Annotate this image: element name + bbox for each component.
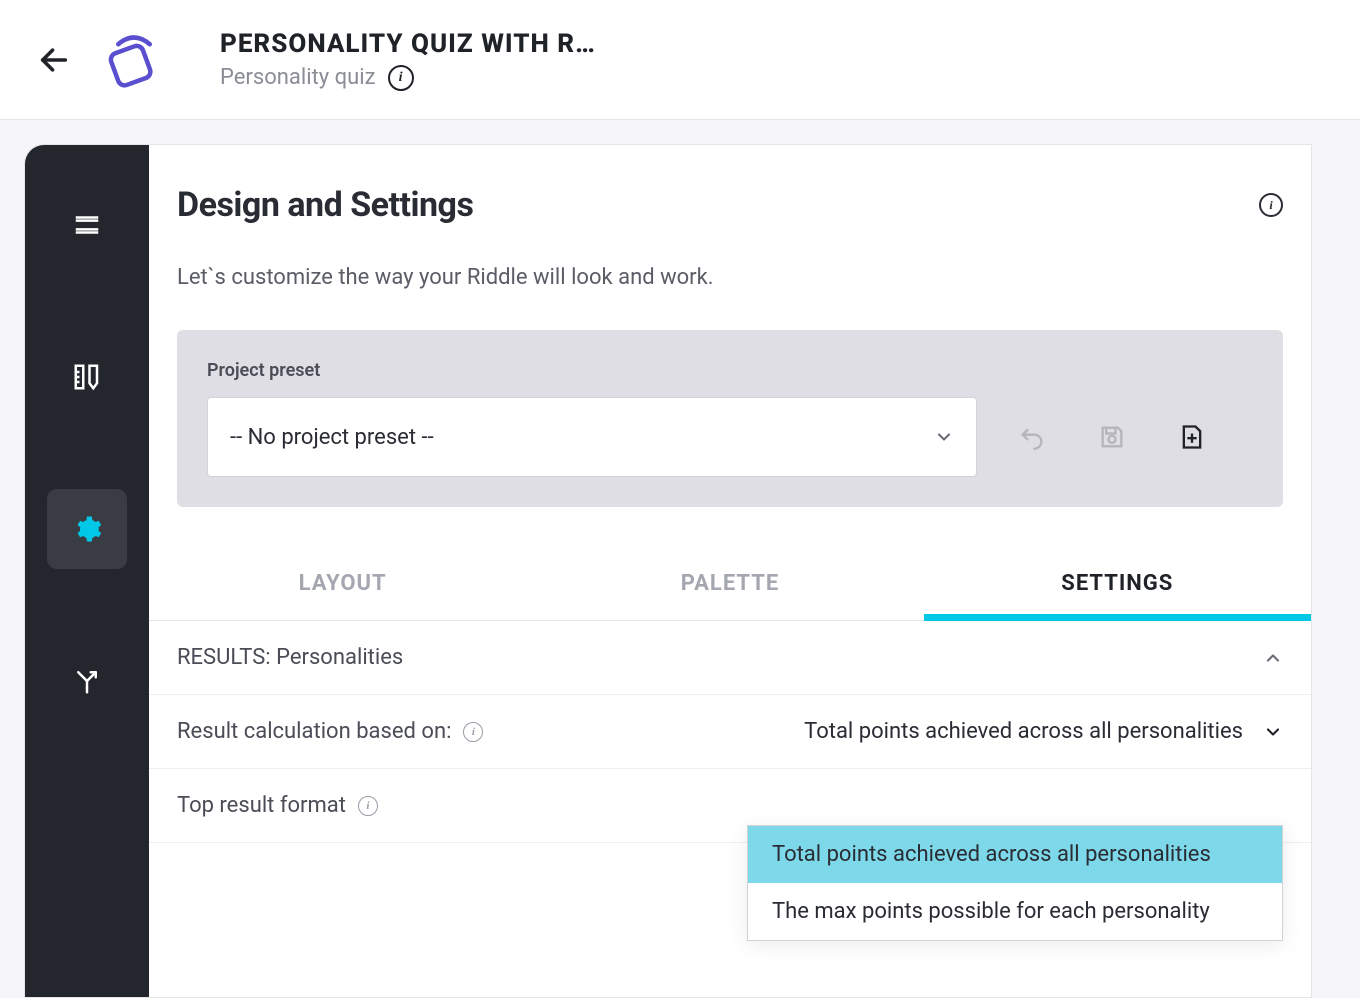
- app-shell: Design and Settings i Let`s customize th…: [24, 144, 1312, 998]
- add-file-icon: [1178, 423, 1206, 451]
- ruler-pencil-icon: [72, 362, 102, 392]
- dropdown-option-total[interactable]: Total points achieved across all persona…: [748, 826, 1282, 883]
- title-block: PERSONALITY QUIZ WITH R… Personality qui…: [220, 29, 596, 91]
- page-title: PERSONALITY QUIZ WITH R…: [220, 29, 596, 59]
- chevron-up-icon: [1263, 648, 1283, 668]
- app-logo: [98, 24, 170, 96]
- tab-layout[interactable]: LAYOUT: [149, 547, 536, 620]
- sidebar: [25, 145, 149, 997]
- sidebar-item-edit[interactable]: [47, 337, 127, 417]
- preset-selected-value: -- No project preset --: [230, 425, 434, 450]
- undo-icon: [1018, 423, 1046, 451]
- split-icon: [72, 666, 102, 696]
- dropdown-option-max[interactable]: The max points possible for each persona…: [748, 883, 1282, 940]
- section-title: Design and Settings: [177, 185, 473, 225]
- arrow-left-icon: [37, 43, 71, 77]
- preset-select[interactable]: -- No project preset --: [207, 397, 977, 477]
- format-label: Top result format: [177, 793, 346, 818]
- sidebar-item-content[interactable]: [47, 185, 127, 265]
- section-description: Let`s customize the way your Riddle will…: [177, 265, 1283, 290]
- preset-panel: Project preset -- No project preset --: [177, 330, 1283, 507]
- results-section-title: RESULTS: Personalities: [177, 645, 403, 670]
- save-button: [1097, 422, 1127, 452]
- calc-dropdown-menu: Total points achieved across all persona…: [747, 825, 1283, 941]
- back-button[interactable]: [30, 36, 78, 84]
- info-icon[interactable]: i: [388, 65, 414, 91]
- main-panel: Design and Settings i Let`s customize th…: [149, 145, 1311, 997]
- section-info-icon[interactable]: i: [1259, 193, 1283, 217]
- app-body: Design and Settings i Let`s customize th…: [0, 120, 1360, 998]
- top-header: PERSONALITY QUIZ WITH R… Personality qui…: [0, 0, 1360, 120]
- page-subtitle: Personality quiz: [220, 65, 376, 90]
- calc-label: Result calculation based on:: [177, 719, 451, 744]
- sidebar-item-settings[interactable]: [47, 489, 127, 569]
- results-section-header[interactable]: RESULTS: Personalities: [149, 621, 1311, 695]
- tab-palette[interactable]: PALETTE: [536, 547, 923, 620]
- tab-settings[interactable]: SETTINGS: [924, 547, 1311, 620]
- chevron-down-icon: [1263, 722, 1283, 742]
- calc-row: Result calculation based on: i Total poi…: [149, 695, 1311, 769]
- sidebar-item-branch[interactable]: [47, 641, 127, 721]
- tab-indicator: [924, 614, 1311, 621]
- calc-select[interactable]: Total points achieved across all persona…: [804, 719, 1283, 744]
- logo-icon: [98, 24, 170, 96]
- preset-label: Project preset: [207, 360, 1253, 381]
- preset-actions: [1017, 422, 1207, 452]
- save-icon: [1098, 423, 1126, 451]
- undo-button: [1017, 422, 1047, 452]
- add-button[interactable]: [1177, 422, 1207, 452]
- lines-icon: [72, 210, 102, 240]
- tabs: LAYOUT PALETTE SETTINGS: [149, 547, 1311, 621]
- chevron-down-icon: [934, 427, 954, 447]
- format-info-icon[interactable]: i: [358, 796, 378, 816]
- calc-value: Total points achieved across all persona…: [804, 719, 1243, 744]
- calc-info-icon[interactable]: i: [463, 722, 483, 742]
- gear-icon: [72, 514, 102, 544]
